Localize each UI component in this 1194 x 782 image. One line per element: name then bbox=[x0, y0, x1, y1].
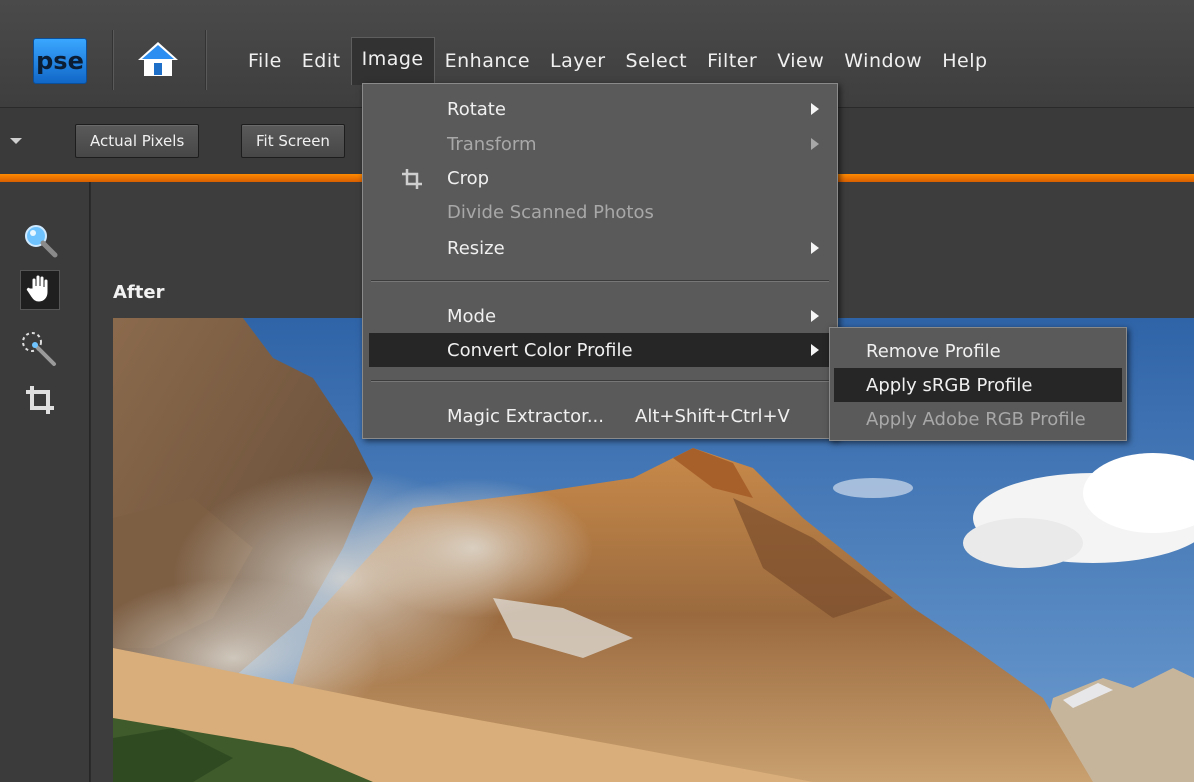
menu-separator bbox=[371, 280, 829, 282]
zoom-tool[interactable] bbox=[20, 222, 60, 262]
apply-srgb-label: Apply sRGB Profile bbox=[866, 374, 1033, 396]
menu-filter[interactable]: Filter bbox=[697, 41, 767, 81]
submenu-arrow-icon bbox=[811, 310, 819, 322]
crop-icon bbox=[401, 168, 423, 195]
crop-tool[interactable] bbox=[20, 382, 60, 422]
rotate-label: Rotate bbox=[447, 98, 506, 120]
home-button[interactable] bbox=[133, 38, 183, 84]
tools-panel bbox=[0, 182, 90, 782]
crop-icon bbox=[24, 384, 56, 420]
main-menu: File Edit Image Enhance Layer Select Fil… bbox=[238, 37, 998, 85]
menu-image[interactable]: Image bbox=[350, 37, 435, 85]
color-profile-submenu: Remove Profile Apply sRGB Profile Apply … bbox=[829, 327, 1127, 441]
quick-selection-icon bbox=[20, 330, 60, 374]
fit-screen-button[interactable]: Fit Screen bbox=[241, 124, 345, 158]
menu-item-apply-adobe-rgb: Apply Adobe RGB Profile bbox=[834, 402, 1122, 436]
menu-file[interactable]: File bbox=[238, 41, 292, 81]
menu-window[interactable]: Window bbox=[834, 41, 932, 81]
menu-enhance[interactable]: Enhance bbox=[435, 41, 540, 81]
menu-item-magic-extractor[interactable]: Magic Extractor... Alt+Shift+Ctrl+V bbox=[369, 399, 831, 433]
apply-adobe-label: Apply Adobe RGB Profile bbox=[866, 408, 1086, 430]
divider bbox=[112, 30, 114, 90]
menu-item-convert-color-profile[interactable]: Convert Color Profile bbox=[369, 333, 831, 367]
transform-label: Transform bbox=[447, 133, 537, 155]
crop-label: Crop bbox=[447, 167, 490, 189]
menu-help[interactable]: Help bbox=[932, 41, 997, 81]
home-icon bbox=[136, 39, 180, 83]
menu-item-crop[interactable]: Crop bbox=[369, 161, 831, 195]
menu-item-rotate[interactable]: Rotate bbox=[369, 92, 831, 126]
resize-label: Resize bbox=[447, 237, 505, 259]
divider bbox=[205, 30, 207, 90]
shortcut-label: Alt+Shift+Ctrl+V bbox=[635, 405, 790, 427]
remove-profile-label: Remove Profile bbox=[866, 340, 1001, 362]
menu-select[interactable]: Select bbox=[616, 41, 698, 81]
menu-item-resize[interactable]: Resize bbox=[369, 231, 831, 265]
logo-text: pse bbox=[36, 47, 84, 75]
view-label: After bbox=[113, 282, 165, 303]
menu-layer[interactable]: Layer bbox=[540, 41, 615, 81]
submenu-arrow-icon bbox=[811, 242, 819, 254]
menu-separator bbox=[371, 380, 829, 382]
mode-label: Mode bbox=[447, 305, 497, 327]
zoom-icon bbox=[22, 222, 58, 262]
menu-item-mode[interactable]: Mode bbox=[369, 299, 831, 333]
menu-item-divide-scanned: Divide Scanned Photos bbox=[369, 195, 831, 229]
magic-extractor-label: Magic Extractor... bbox=[447, 405, 604, 427]
actual-pixels-button[interactable]: Actual Pixels bbox=[75, 124, 200, 158]
submenu-arrow-icon bbox=[811, 344, 819, 356]
menu-item-remove-profile[interactable]: Remove Profile bbox=[834, 334, 1122, 368]
menu-edit[interactable]: Edit bbox=[292, 41, 351, 81]
submenu-arrow-icon bbox=[811, 103, 819, 115]
convert-label: Convert Color Profile bbox=[447, 339, 633, 361]
menu-item-transform: Transform bbox=[369, 127, 831, 161]
chevron-down-icon[interactable] bbox=[10, 138, 22, 144]
app-logo[interactable]: pse bbox=[33, 38, 87, 84]
submenu-arrow-icon bbox=[811, 138, 819, 150]
image-menu-dropdown: Rotate Transform Crop Divide Scanned Pho… bbox=[362, 83, 838, 439]
menu-item-apply-srgb[interactable]: Apply sRGB Profile bbox=[834, 368, 1122, 402]
hand-tool[interactable] bbox=[20, 270, 60, 310]
hand-icon bbox=[24, 272, 56, 308]
divide-label: Divide Scanned Photos bbox=[447, 201, 654, 223]
menu-view[interactable]: View bbox=[767, 41, 834, 81]
quick-selection-tool[interactable] bbox=[20, 332, 60, 372]
